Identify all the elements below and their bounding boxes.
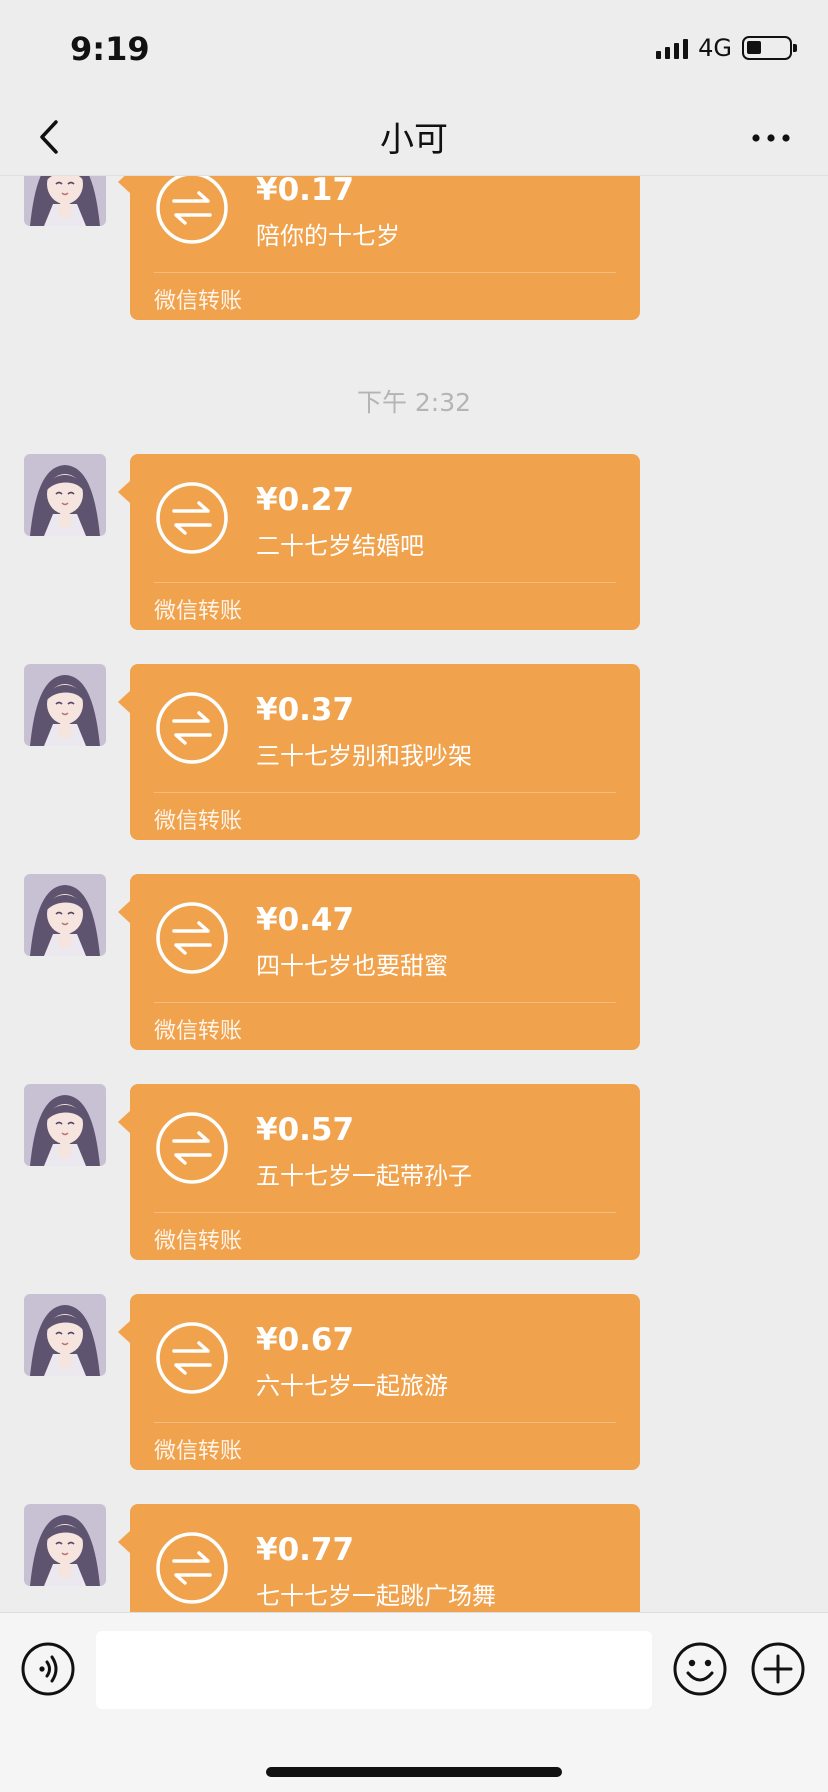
transfer-bubble[interactable]: ¥0.57 五十七岁一起带孙子 微信转账 (118, 1084, 640, 1260)
home-indicator (266, 1767, 562, 1777)
status-time: 9:19 (70, 30, 150, 68)
avatar[interactable] (24, 1504, 106, 1586)
chat-message-row: ¥0.27 二十七岁结婚吧 微信转账 (0, 454, 828, 630)
chat-message-row: ¥0.37 三十七岁别和我吵架 微信转账 (0, 664, 828, 840)
avatar[interactable] (24, 1084, 106, 1166)
bubble-tail (118, 1530, 131, 1554)
transfer-label: 微信转账 (154, 809, 243, 834)
chat-message-row: ¥0.57 五十七岁一起带孙子 微信转账 (0, 1084, 828, 1260)
chat-message-row: ¥0.47 四十七岁也要甜蜜 微信转账 (0, 874, 828, 1050)
network-type: 4G (698, 34, 732, 62)
transfer-note: 陪你的十七岁 (256, 222, 400, 250)
wechat-chat-screen: 9:19 4G 小可 下午 2:32 ¥0.17 陪你的十七岁 微信转账 ¥0.… (0, 0, 828, 1792)
transfer-note: 五十七岁一起带孙子 (256, 1162, 472, 1190)
transfer-bubble[interactable]: ¥0.37 三十七岁别和我吵架 微信转账 (118, 664, 640, 840)
transfer-icon (154, 480, 230, 556)
transfer-icon (154, 900, 230, 976)
transfer-bubble[interactable]: ¥0.27 二十七岁结婚吧 微信转账 (118, 454, 640, 630)
avatar[interactable] (24, 176, 106, 226)
chat-message-row: ¥0.77 七十七岁一起跳广场舞 微信转账 (0, 1504, 828, 1612)
plus-icon (751, 1642, 805, 1696)
transfer-amount: ¥0.47 (256, 902, 355, 938)
plus-button[interactable] (750, 1641, 806, 1697)
transfer-icon (154, 1530, 230, 1606)
transfer-label: 微信转账 (154, 289, 243, 314)
bubble-divider (154, 272, 616, 273)
transfer-label: 微信转账 (154, 599, 243, 624)
chat-message-row: ¥0.67 六十七岁一起旅游 微信转账 (0, 1294, 828, 1470)
bubble-divider (154, 1422, 616, 1423)
transfer-amount: ¥0.57 (256, 1112, 355, 1148)
bubble-divider (154, 582, 616, 583)
chat-area[interactable]: 下午 2:32 ¥0.17 陪你的十七岁 微信转账 ¥0.27 二十七岁结婚吧 … (0, 176, 828, 1612)
bubble-tail (118, 176, 131, 194)
bubble-divider (154, 1002, 616, 1003)
more-button[interactable] (746, 118, 796, 158)
transfer-icon (154, 1320, 230, 1396)
message-input[interactable] (96, 1631, 652, 1709)
bubble-divider (154, 792, 616, 793)
status-indicators: 4G (656, 34, 797, 62)
transfer-bubble[interactable]: ¥0.77 七十七岁一起跳广场舞 微信转账 (118, 1504, 640, 1612)
transfer-amount: ¥0.27 (256, 482, 355, 518)
avatar[interactable] (24, 1294, 106, 1376)
transfer-label: 微信转账 (154, 1439, 243, 1464)
status-bar: 9:19 4G (0, 0, 828, 96)
signal-icon (656, 37, 689, 59)
emoji-button[interactable] (672, 1641, 728, 1697)
chat-title: 小可 (380, 120, 448, 160)
transfer-amount: ¥0.17 (256, 176, 355, 208)
voice-button[interactable] (20, 1641, 76, 1697)
input-bar (0, 1612, 828, 1792)
transfer-amount: ¥0.37 (256, 692, 355, 728)
nav-bar: 小可 (0, 96, 828, 176)
transfer-note: 三十七岁别和我吵架 (256, 742, 472, 770)
transfer-note: 七十七岁一起跳广场舞 (256, 1582, 496, 1610)
emoji-icon (673, 1642, 727, 1696)
avatar[interactable] (24, 664, 106, 746)
battery-icon (742, 36, 797, 60)
transfer-bubble[interactable]: ¥0.47 四十七岁也要甜蜜 微信转账 (118, 874, 640, 1050)
bubble-tail (118, 900, 131, 924)
transfer-note: 二十七岁结婚吧 (256, 532, 424, 560)
transfer-label: 微信转账 (154, 1229, 243, 1254)
transfer-note: 六十七岁一起旅游 (256, 1372, 448, 1400)
avatar[interactable] (24, 874, 106, 956)
bubble-divider (154, 1212, 616, 1213)
avatar[interactable] (24, 454, 106, 536)
bubble-tail (118, 480, 131, 504)
transfer-bubble[interactable]: ¥0.17 陪你的十七岁 微信转账 (118, 176, 640, 320)
bubble-tail (118, 690, 131, 714)
transfer-icon (154, 1110, 230, 1186)
transfer-amount: ¥0.67 (256, 1322, 355, 1358)
transfer-note: 四十七岁也要甜蜜 (256, 952, 448, 980)
transfer-icon (154, 176, 230, 246)
bubble-tail (118, 1110, 131, 1134)
bubble-tail (118, 1320, 131, 1344)
chat-timestamp: 下午 2:32 (356, 388, 472, 417)
voice-icon (21, 1642, 75, 1696)
transfer-amount: ¥0.77 (256, 1532, 355, 1568)
transfer-label: 微信转账 (154, 1019, 243, 1044)
transfer-icon (154, 690, 230, 766)
more-icon (752, 134, 790, 142)
transfer-bubble[interactable]: ¥0.67 六十七岁一起旅游 微信转账 (118, 1294, 640, 1470)
chat-message-row: ¥0.17 陪你的十七岁 微信转账 (0, 176, 828, 320)
